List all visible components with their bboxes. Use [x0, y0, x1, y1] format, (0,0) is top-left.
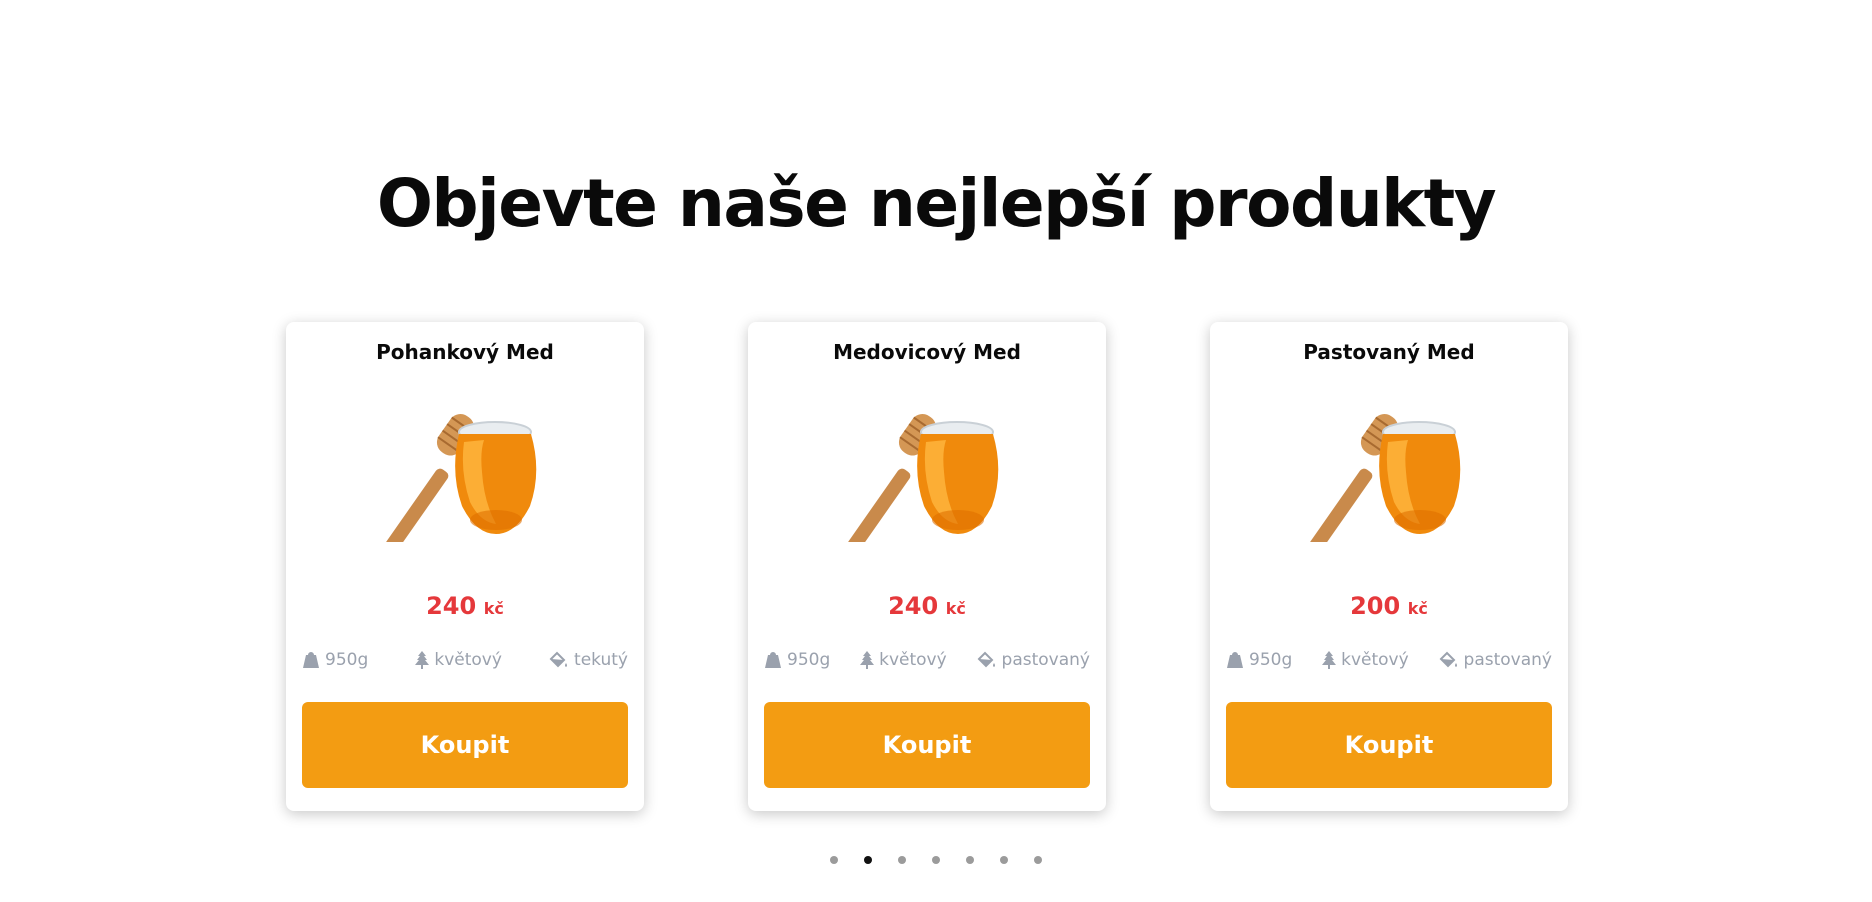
price-value: 200 [1350, 592, 1401, 620]
tree-icon [1322, 651, 1337, 669]
buy-button[interactable]: Koupit [764, 702, 1090, 788]
spec-consistency: pastovaný [977, 650, 1090, 670]
carousel-dot[interactable] [864, 856, 872, 864]
carousel-dot[interactable] [898, 856, 906, 864]
price-currency: kč [1407, 599, 1428, 618]
carousel-dot[interactable] [1000, 856, 1008, 864]
price-value: 240 [888, 592, 939, 620]
spec-source: květový [1322, 650, 1409, 670]
product-title: Pastovaný Med [1303, 340, 1475, 364]
product-title: Medovicový Med [833, 340, 1021, 364]
paint-bucket-icon [1439, 651, 1459, 669]
weight-icon [1226, 651, 1244, 669]
weight-icon [302, 651, 320, 669]
product-specs: 950g květový pastovaný [1226, 650, 1552, 670]
spec-source-label: květový [434, 650, 502, 670]
honey-jar-image [380, 402, 560, 552]
spec-consistency-label: pastovaný [1001, 650, 1090, 670]
price-value: 240 [426, 592, 477, 620]
honey-jar-image [1304, 402, 1484, 552]
section-heading: Objevte naše nejlepší produkty [376, 165, 1497, 242]
product-price: 240 kč [286, 592, 644, 620]
spec-weight: 950g [764, 650, 830, 670]
product-specs: 950g květový pastovaný [764, 650, 1090, 670]
buy-button[interactable]: Koupit [1226, 702, 1552, 788]
product-card: Pastovaný Med 200 kč 950g květový pastov… [1210, 322, 1568, 811]
spec-weight-label: 950g [787, 650, 831, 670]
carousel-dot[interactable] [830, 856, 838, 864]
spec-weight: 950g [1226, 650, 1292, 670]
spec-weight-label: 950g [325, 650, 369, 670]
product-price: 200 kč [1210, 592, 1568, 620]
carousel-pagination [0, 856, 1872, 864]
product-carousel: Pohankový Med 240 kč 950g květový tekutý… [286, 322, 1568, 811]
carousel-dot[interactable] [932, 856, 940, 864]
carousel-dot[interactable] [1034, 856, 1042, 864]
spec-weight-label: 950g [1249, 650, 1293, 670]
price-currency: kč [483, 599, 504, 618]
tree-icon [860, 651, 875, 669]
spec-weight: 950g [302, 650, 368, 670]
weight-icon [764, 651, 782, 669]
paint-bucket-icon [977, 651, 997, 669]
carousel-dot[interactable] [966, 856, 974, 864]
spec-source-label: květový [879, 650, 947, 670]
price-currency: kč [945, 599, 966, 618]
product-price: 240 kč [748, 592, 1106, 620]
spec-source: květový [415, 650, 502, 670]
buy-button[interactable]: Koupit [302, 702, 628, 788]
product-card: Pohankový Med 240 kč 950g květový tekutý… [286, 322, 644, 811]
spec-consistency: pastovaný [1439, 650, 1552, 670]
products-section: Objevte naše nejlepší produkty Pohankový… [0, 0, 1872, 902]
spec-consistency-label: tekutý [574, 650, 628, 670]
spec-consistency-label: pastovaný [1463, 650, 1552, 670]
product-specs: 950g květový tekutý [302, 650, 628, 670]
paint-bucket-icon [549, 651, 569, 669]
spec-consistency: tekutý [549, 650, 628, 670]
product-title: Pohankový Med [376, 340, 554, 364]
spec-source: květový [860, 650, 947, 670]
honey-jar-image [842, 402, 1022, 552]
tree-icon [415, 651, 430, 669]
product-card: Medovicový Med 240 kč 950g květový pasto… [748, 322, 1106, 811]
spec-source-label: květový [1341, 650, 1409, 670]
